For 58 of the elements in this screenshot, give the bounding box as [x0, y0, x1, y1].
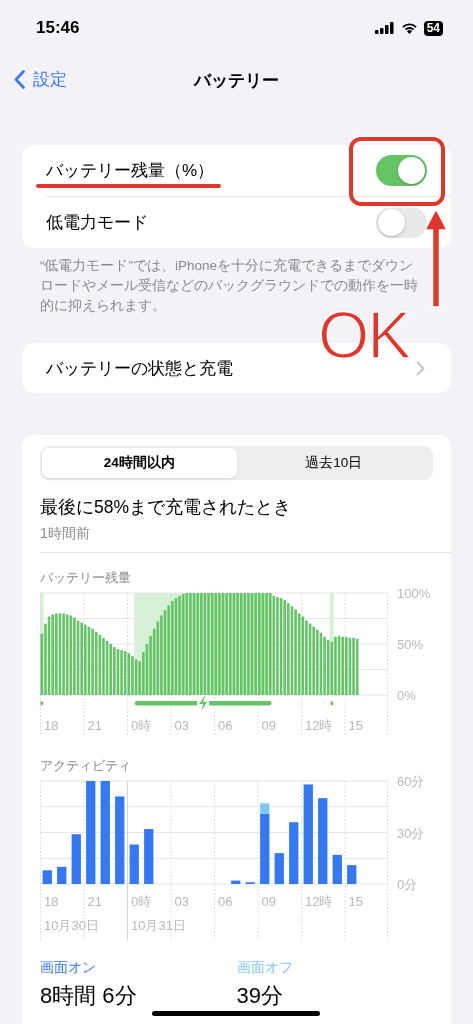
battery-indicator: 54: [423, 20, 443, 36]
activity-bar: [57, 866, 67, 884]
stat-value: 8時間 6分: [40, 982, 137, 1010]
axis-label: 21: [87, 894, 102, 909]
chevron-icon: [416, 360, 425, 376]
activity-bar: [289, 822, 299, 884]
toggle-switch[interactable]: [376, 207, 427, 238]
axis-label: 30分: [397, 825, 425, 841]
axis-label: 03: [174, 718, 189, 733]
activity-bar: [231, 880, 241, 884]
axis-label: 12時: [305, 894, 333, 909]
chart-title: バッテリー残量: [40, 569, 132, 587]
axis-label: 50%: [397, 637, 424, 652]
charging-indicator: [330, 701, 334, 706]
axis-label: 0分: [397, 877, 418, 892]
axis-label: 0%: [397, 688, 416, 703]
legend-label: 画面オフ: [236, 959, 293, 977]
axis-label: 21: [87, 718, 102, 733]
legend-label: 画面オン: [40, 959, 96, 977]
axis-label: 100%: [397, 587, 431, 601]
activity-bar: [144, 829, 154, 884]
axis-label: 18: [44, 894, 59, 909]
axis-label: 12時: [305, 718, 333, 733]
axis-label: 06: [218, 718, 233, 733]
back-button[interactable]: 設定: [14, 68, 67, 91]
activity-bar: [71, 834, 81, 884]
chart-title: アクティビティ: [40, 757, 132, 775]
axis-label: 0時: [131, 894, 152, 909]
date-label: 10月31日: [131, 918, 186, 933]
axis-label: 09: [261, 718, 276, 733]
page-title: バッテリー: [194, 69, 279, 92]
axis-label: 60分: [397, 775, 425, 789]
activity-bar: [332, 854, 342, 884]
back-chevron-icon: [14, 70, 25, 89]
charge-heading: 最後に58%まで充電されたとき: [40, 496, 293, 519]
charging-indicator: [40, 701, 44, 706]
toggle-switch[interactable]: [376, 155, 427, 186]
segment-tab[interactable]: 24時間以内: [42, 448, 237, 478]
axis-label: 0時: [131, 718, 152, 733]
axis-label: 09: [261, 894, 276, 909]
signal-icon: [374, 22, 395, 34]
stat-value: 39分: [236, 982, 283, 1010]
axis-label: 06: [218, 894, 233, 909]
axis-label: 18: [44, 718, 59, 733]
setting-label: バッテリー残量（%）: [46, 160, 215, 182]
date-label: 10月30日: [44, 918, 99, 933]
activity-bar: [129, 844, 139, 884]
status-time: 15:46: [36, 18, 80, 38]
activity-bar: [274, 853, 284, 884]
setting-label: 低電力モード: [46, 212, 148, 234]
activity-bar: [347, 865, 357, 884]
axis-label: 03: [174, 894, 189, 909]
segment-tab[interactable]: 過去10日: [236, 448, 431, 478]
axis-label: 15: [348, 894, 363, 909]
wifi-icon: [400, 22, 418, 34]
charge-time: 1時間前: [40, 525, 91, 543]
activity-bar: [42, 870, 52, 884]
axis-label: 15: [348, 718, 363, 733]
